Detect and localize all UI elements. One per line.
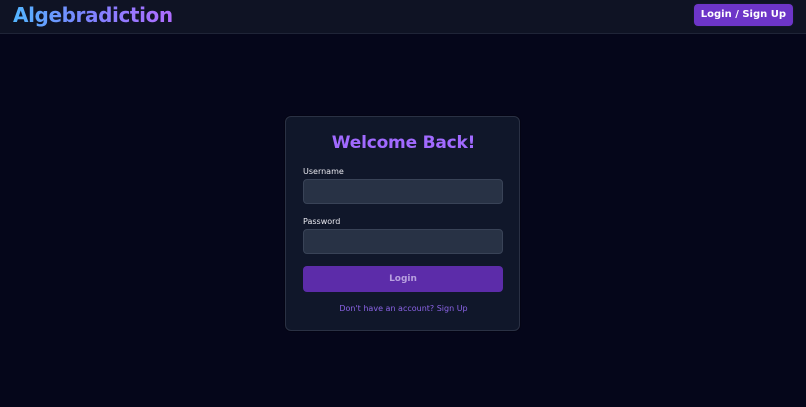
password-label: Password — [303, 217, 341, 226]
login-signup-button[interactable]: Login / Sign Up — [693, 4, 793, 26]
login-card: Welcome Back! Username Password Login Do… — [285, 116, 520, 331]
brand-logo[interactable]: Algebradiction — [13, 3, 173, 27]
top-navbar: Algebradiction Login / Sign Up — [0, 0, 806, 34]
username-input[interactable] — [303, 179, 503, 204]
login-title: Welcome Back! — [331, 133, 476, 153]
password-input[interactable] — [303, 229, 503, 254]
username-label: Username — [303, 167, 344, 176]
signup-link[interactable]: Don't have an account? Sign Up — [286, 304, 521, 314]
login-button[interactable]: Login — [303, 266, 503, 292]
